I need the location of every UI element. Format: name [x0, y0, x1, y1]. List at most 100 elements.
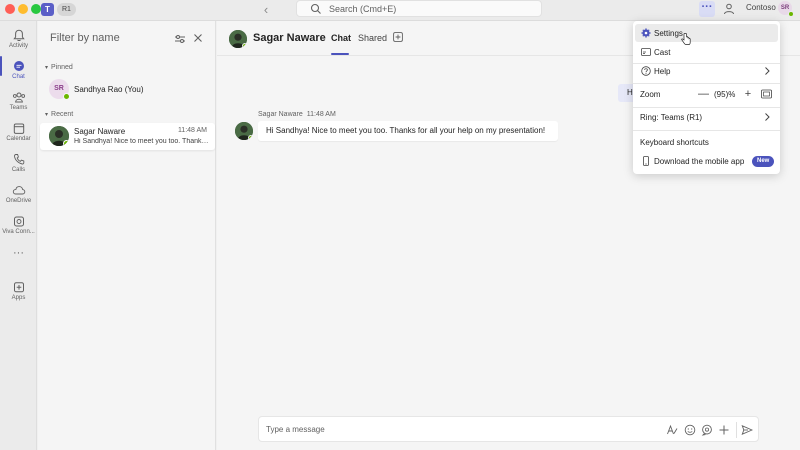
divider [633, 83, 780, 84]
avatar [49, 126, 69, 146]
avatar[interactable]: SR [778, 1, 794, 17]
teams-icon [12, 92, 25, 103]
chat-preview: Hi Sandhya! Nice to meet you too. Thanks… [74, 138, 209, 145]
chat-time: 11:48 AM [177, 127, 207, 134]
avatar-initials: SR [780, 5, 790, 11]
rail-label: Calendar [6, 136, 31, 142]
list-item[interactable]: SR Sandhya Rao (You) [40, 76, 215, 103]
add-icon[interactable] [718, 424, 730, 436]
rail-label: Chat [12, 74, 25, 80]
new-badge: New [752, 156, 775, 167]
menu-item-ring[interactable]: Ring: Teams (R1) [635, 108, 778, 126]
format-icon[interactable] [666, 424, 678, 436]
menu-item-settings[interactable]: Settings [635, 24, 778, 42]
calendar-icon [13, 123, 24, 134]
filter-icon[interactable] [174, 33, 186, 45]
avatar[interactable] [235, 122, 253, 140]
menu-item-label: Download the mobile app [654, 157, 745, 166]
tab-chat[interactable]: Chat [331, 33, 351, 43]
avatar-initials: SR [54, 85, 64, 92]
cloud-icon [12, 186, 25, 195]
rail-label: OneDrive [5, 198, 32, 204]
chevron-right-icon [765, 113, 770, 121]
zoom-in-button[interactable]: + [743, 88, 753, 100]
close-window-button[interactable] [5, 4, 15, 14]
message-input[interactable] [266, 423, 646, 436]
divider [633, 130, 780, 131]
presence-available-icon [248, 135, 253, 140]
menu-item-help[interactable]: Help [635, 62, 778, 80]
rail-item-activity[interactable]: Activity [0, 25, 37, 55]
tenant-name[interactable]: Contoso [746, 3, 776, 12]
rail-item-teams[interactable]: Teams [0, 87, 37, 117]
zoom-label: Zoom [640, 90, 661, 99]
tab-shared[interactable]: Shared [358, 33, 387, 43]
cast-icon [641, 48, 651, 56]
ring-badge: R1 [57, 3, 76, 16]
rail-label: Apps [11, 295, 26, 301]
incoming-message-bubble[interactable]: Hi Sandhya! Nice to meet you too. Thanks… [258, 121, 558, 141]
rail-label: Activity [8, 43, 28, 49]
zoom-out-button[interactable]: — [698, 88, 709, 100]
page-title[interactable]: Sagar Naware [253, 32, 326, 44]
menu-item-download-mobile-app[interactable]: Download the mobile app New [635, 152, 778, 170]
menu-item-label: Settings [654, 29, 683, 38]
message-composer[interactable] [258, 416, 759, 442]
send-icon[interactable] [741, 424, 753, 436]
chat-name: Sagar Naware [74, 127, 126, 136]
maximize-window-button[interactable] [31, 4, 41, 14]
emoji-icon[interactable] [684, 424, 696, 436]
back-arrow-icon[interactable]: ‹ [259, 2, 273, 18]
rail-item-more-apps[interactable]: ··· [0, 248, 37, 262]
rail-label: Calls [11, 167, 26, 173]
search-box[interactable] [296, 0, 542, 17]
section-pinned[interactable]: ▾ Pinned [45, 64, 73, 71]
app-rail: Activity Chat Teams Calendar Calls OneDr… [0, 21, 37, 450]
menu-item-cast[interactable]: Cast [635, 43, 778, 61]
rail-item-viva-connections[interactable]: Viva Conn... [0, 211, 37, 241]
rail-item-onedrive[interactable]: OneDrive [0, 180, 37, 210]
zoom-value: (95)% [714, 90, 736, 99]
more-options-menu: Settings Cast Help Zoom — (95)% + Ring: … [633, 21, 780, 174]
section-label: Recent [51, 111, 74, 118]
presence-available-icon [63, 93, 70, 100]
chevron-down-icon: ▾ [45, 65, 49, 71]
more-apps-icon: ··· [13, 247, 24, 259]
divider [736, 422, 737, 438]
presence-available-icon [242, 43, 247, 48]
rail-item-apps[interactable]: Apps [0, 277, 37, 307]
loop-icon[interactable] [701, 424, 713, 436]
avatar[interactable] [229, 30, 247, 48]
search-icon [310, 3, 321, 14]
rail-item-calls[interactable]: Calls [0, 149, 37, 179]
filter-by-name-field[interactable]: Filter by name [50, 32, 120, 44]
menu-item-label: Keyboard shortcuts [640, 138, 709, 147]
menu-item-keyboard-shortcuts[interactable]: Keyboard shortcuts [635, 133, 778, 151]
message-meta: Sagar Naware 11:48 AM [258, 111, 336, 118]
mouse-pointer-icon [681, 33, 691, 45]
menu-item-label: Help [654, 67, 671, 76]
section-label: Pinned [51, 64, 73, 71]
zoom-control: Zoom — (95)% + [635, 85, 778, 103]
avatar: SR [49, 79, 70, 100]
list-item[interactable]: Sagar Naware 11:48 AM Hi Sandhya! Nice t… [40, 123, 215, 150]
rail-item-chat[interactable]: Chat [0, 56, 37, 86]
minimize-window-button[interactable] [18, 4, 28, 14]
section-recent[interactable]: ▾ Recent [45, 111, 73, 118]
help-icon [641, 66, 651, 76]
title-bar: T R1 ‹ ··· Contoso SR [0, 0, 800, 21]
zoom-reset-icon[interactable] [761, 89, 772, 99]
mobile-phone-icon [643, 156, 649, 166]
chat-name: Sandhya Rao (You) [74, 85, 144, 94]
more-options-button[interactable]: ··· [699, 1, 715, 17]
chevron-right-icon [765, 67, 770, 75]
search-input[interactable] [329, 2, 529, 16]
people-icon[interactable] [722, 2, 736, 16]
message-time: 11:48 AM [306, 111, 336, 118]
rail-item-calendar[interactable]: Calendar [0, 118, 37, 148]
tab-chat-underline [331, 53, 349, 55]
add-tab-icon[interactable] [393, 32, 403, 42]
message-sender: Sagar Naware [258, 111, 303, 118]
close-icon[interactable] [193, 33, 203, 43]
menu-item-label: Ring: Teams (R1) [640, 113, 703, 122]
